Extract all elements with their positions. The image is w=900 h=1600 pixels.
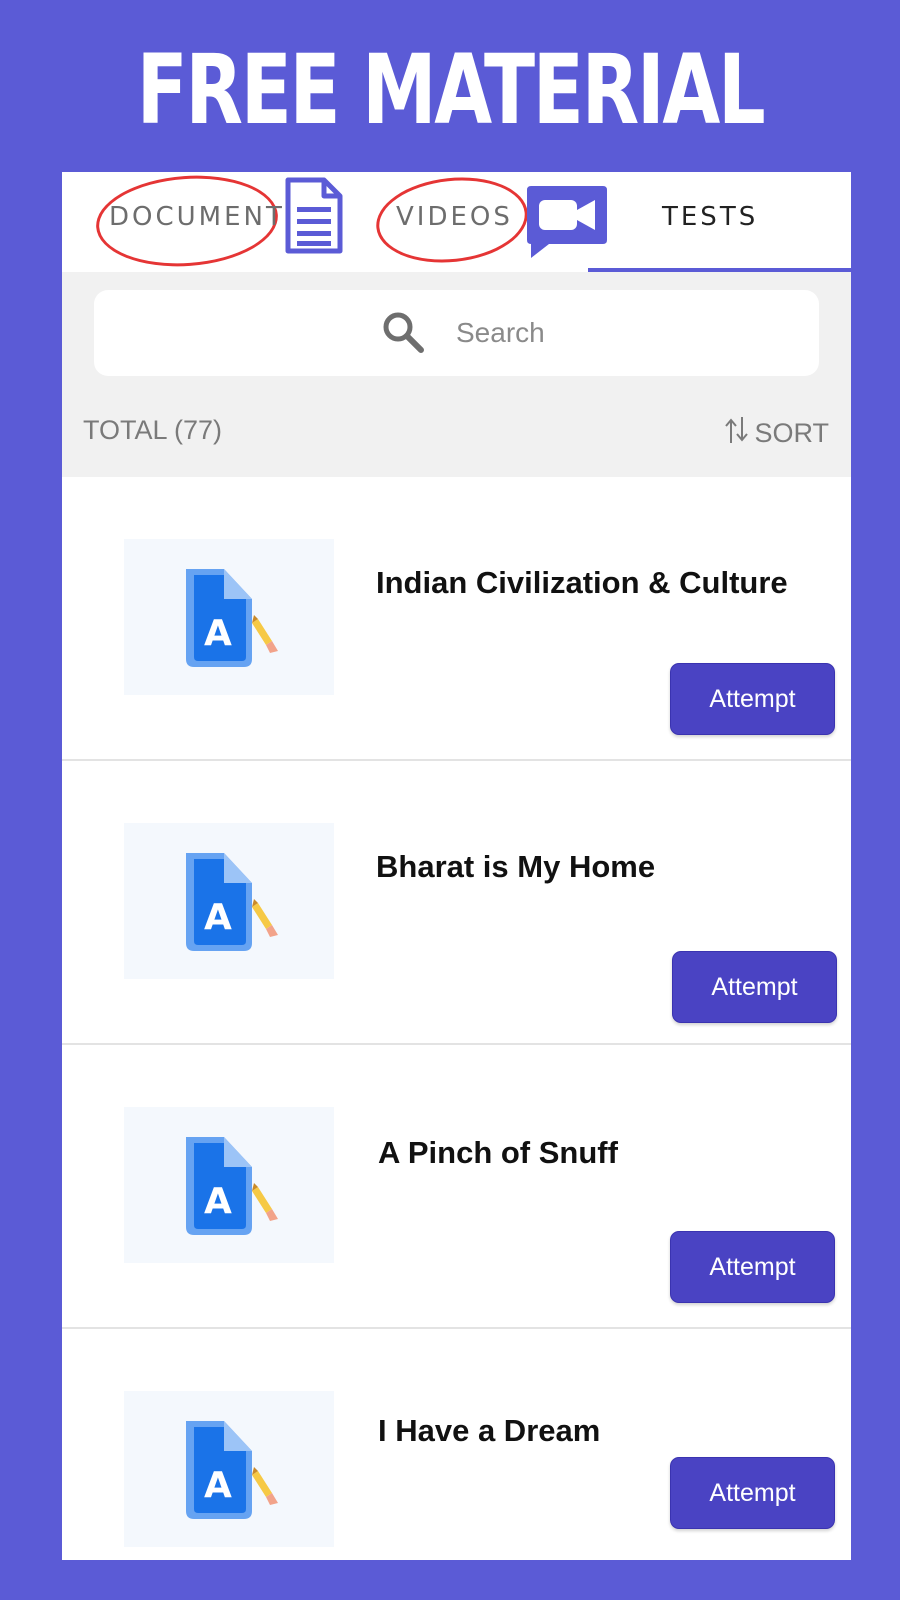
test-document-icon: A	[124, 823, 334, 979]
test-title[interactable]: I Have a Dream	[378, 1413, 600, 1449]
search-icon	[381, 310, 425, 359]
svg-text:A: A	[204, 613, 232, 654]
svg-text:A: A	[204, 1465, 232, 1506]
tab-tests[interactable]: TESTS	[662, 202, 758, 232]
attempt-button[interactable]: Attempt	[670, 663, 835, 735]
list-item: A Bharat is My Home Attempt	[62, 761, 851, 1045]
search-bar[interactable]	[94, 290, 819, 376]
banner-title: FREE MATERIAL	[136, 34, 766, 146]
material-panel: DOCUMENT VIDEOS TESTS Search TOTAL (77) …	[62, 172, 851, 1560]
test-document-icon: A	[124, 539, 334, 695]
video-chat-icon[interactable]	[525, 184, 609, 265]
test-title[interactable]: A Pinch of Snuff	[378, 1135, 618, 1171]
tab-bar: DOCUMENT VIDEOS TESTS	[62, 172, 851, 273]
attempt-button[interactable]: Attempt	[670, 1457, 835, 1529]
document-icon[interactable]	[282, 177, 344, 260]
attempt-button[interactable]: Attempt	[670, 1231, 835, 1303]
svg-text:A: A	[204, 1181, 232, 1222]
test-title[interactable]: Indian Civilization & Culture	[376, 565, 788, 601]
total-count: TOTAL (77)	[83, 415, 223, 445]
test-title[interactable]: Bharat is My Home	[376, 849, 655, 885]
search-input[interactable]	[454, 310, 758, 356]
svg-text:A: A	[204, 897, 232, 938]
sort-button[interactable]: SORT	[724, 415, 829, 452]
list-item: A I Have a Dream Attempt	[62, 1329, 851, 1560]
sort-icon	[724, 415, 750, 452]
test-list: A Indian Civilization & Culture Attempt …	[62, 477, 851, 1560]
list-item: A Indian Civilization & Culture Attempt	[62, 477, 851, 761]
test-document-icon: A	[124, 1391, 334, 1547]
tab-document[interactable]: DOCUMENT	[109, 202, 285, 232]
tab-videos[interactable]: VIDEOS	[396, 202, 513, 232]
attempt-button[interactable]: Attempt	[672, 951, 837, 1023]
test-document-icon: A	[124, 1107, 334, 1263]
list-item: A A Pinch of Snuff Attempt	[62, 1045, 851, 1329]
sort-label: SORT	[754, 418, 829, 448]
